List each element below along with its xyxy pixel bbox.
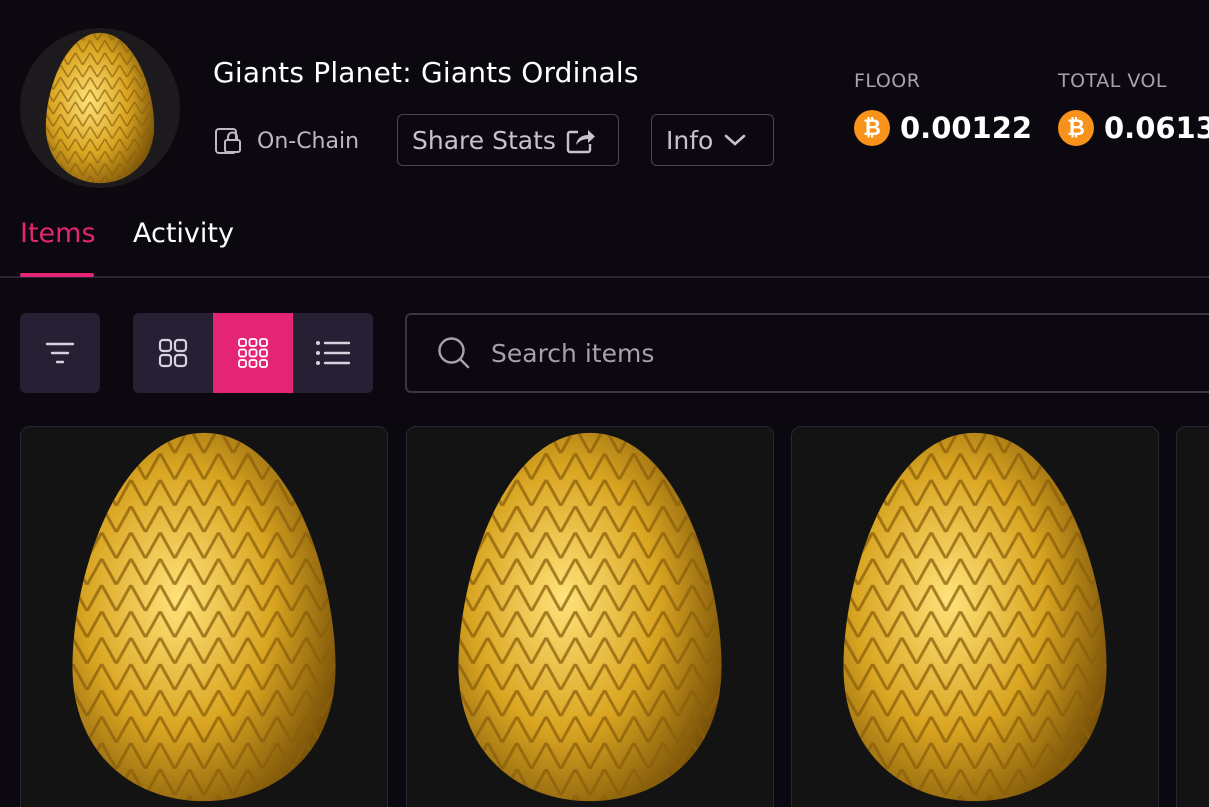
share-icon [566, 130, 595, 154]
search-icon [438, 337, 470, 369]
golden-egg-image [72, 432, 336, 802]
grid-large-icon [158, 338, 188, 368]
search-input[interactable] [491, 338, 1091, 368]
chevron-down-icon [725, 134, 746, 146]
on-chain-label: On-Chain [257, 128, 360, 154]
item-card[interactable] [791, 426, 1159, 807]
info-label: Info [666, 125, 714, 155]
on-chain-lock-icon [215, 128, 241, 154]
floor-price: 0.00122 [900, 111, 1033, 145]
item-card[interactable] [20, 426, 388, 807]
on-chain-badge: On-Chain [213, 124, 359, 158]
active-tab-indicator [20, 273, 94, 277]
view-grid-small-button[interactable] [213, 313, 293, 393]
filter-button[interactable] [20, 313, 100, 393]
golden-egg-image [458, 432, 722, 802]
share-stats-button[interactable]: Share Stats [397, 114, 619, 166]
item-card[interactable] [406, 426, 774, 807]
item-card[interactable] [1176, 426, 1209, 807]
search-box [405, 313, 1209, 393]
view-toggle-group [133, 313, 373, 393]
bitcoin-icon: ₿ [854, 110, 890, 146]
floor-value: ₿ 0.00122 [854, 110, 1032, 146]
total-volume: 0.0613 [1104, 111, 1209, 145]
view-grid-large-button[interactable] [133, 313, 213, 393]
bitcoin-icon: ₿ [1058, 110, 1094, 146]
golden-egg-image [843, 432, 1107, 802]
collection-page: Giants Planet: Giants Ordinals On-Chain … [0, 0, 1209, 807]
view-list-button[interactable] [293, 313, 373, 393]
total-vol-label: TOTAL VOL [1058, 70, 1168, 92]
tab-activity[interactable]: Activity [133, 218, 234, 249]
collection-title: Giants Planet: Giants Ordinals [213, 56, 639, 89]
total-vol-value: ₿ 0.0613 [1058, 110, 1209, 146]
tabs-divider [0, 276, 1209, 278]
collection-avatar [20, 28, 180, 188]
share-stats-label: Share Stats [412, 125, 556, 155]
golden-egg-icon [45, 32, 155, 184]
floor-label: FLOOR [854, 70, 921, 92]
list-icon [316, 341, 351, 365]
tab-items[interactable]: Items [20, 218, 96, 249]
info-dropdown[interactable]: Info [651, 114, 774, 166]
filter-icon [45, 342, 75, 364]
grid-small-icon [238, 338, 268, 368]
